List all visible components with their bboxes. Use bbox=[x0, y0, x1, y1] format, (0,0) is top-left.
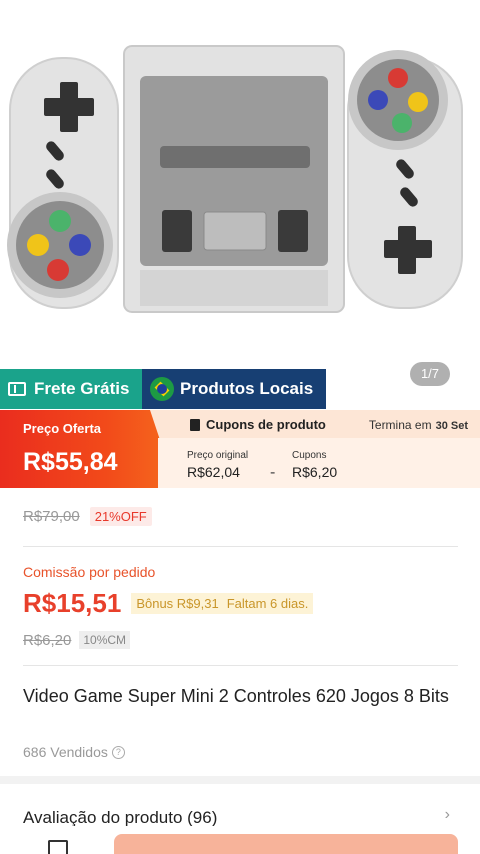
primary-action-button[interactable] bbox=[114, 834, 458, 854]
original-price-value: R$62,04 bbox=[187, 464, 240, 480]
offer-price: R$55,84 bbox=[23, 448, 118, 476]
section-gap bbox=[0, 776, 480, 784]
bonus-badge: Bônus R$9,31 Faltam 6 dias. bbox=[131, 593, 314, 614]
ends-info: Termina em 30 Set bbox=[369, 418, 468, 432]
list-price-row: R$79,00 21%OFF bbox=[23, 507, 152, 526]
product-page: 1/7 Frete Grátis Produtos Locais Preço O… bbox=[0, 0, 480, 854]
offer-label: Preço Oferta bbox=[23, 421, 102, 436]
commission-rate-badge: 10%CM bbox=[79, 631, 131, 649]
free-shipping-badge: Frete Grátis bbox=[0, 369, 142, 409]
bonus-text: Bônus R$9,31 bbox=[136, 596, 219, 611]
chevron-right-icon[interactable]: › bbox=[445, 806, 450, 824]
commission-row: R$15,51 Bônus R$9,31 Faltam 6 dias. bbox=[23, 588, 314, 619]
product-title: Video Game Super Mini 2 Controles 620 Jo… bbox=[23, 686, 449, 706]
original-price-block: Preço original R$62,04 bbox=[187, 450, 248, 480]
coupons-label: Cupons bbox=[292, 450, 327, 461]
sold-count: 686 Vendidos bbox=[23, 744, 108, 760]
free-shipping-label: Frete Grátis bbox=[34, 379, 130, 398]
badges-row: Frete Grátis Produtos Locais bbox=[0, 369, 326, 409]
coupon-icon bbox=[190, 418, 200, 431]
commission-label: Comissão por pedido bbox=[23, 564, 156, 580]
discount-badge: 21%OFF bbox=[89, 507, 152, 526]
price-band: Preço Oferta R$55,84 Cupons de produto T… bbox=[0, 410, 480, 488]
coupons-block: Cupons R$6,20 bbox=[292, 450, 337, 480]
original-price-label: Preço original bbox=[187, 450, 249, 461]
coupons-value: R$6,20 bbox=[292, 464, 338, 480]
coupon-breakdown: Preço original R$62,04 - Cupons R$6,20 bbox=[158, 438, 480, 488]
old-commission: R$6,20 bbox=[23, 631, 72, 649]
offer-price-block: Preço Oferta R$55,84 bbox=[0, 410, 176, 488]
divider bbox=[23, 665, 458, 666]
ticket-icon bbox=[8, 382, 26, 396]
help-icon[interactable]: ? bbox=[111, 745, 125, 759]
brazil-flag-icon bbox=[150, 377, 174, 401]
store-icon[interactable] bbox=[48, 840, 68, 854]
ends-label: Termina em bbox=[368, 418, 432, 432]
product-image bbox=[7, 45, 463, 313]
list-price: R$79,00 bbox=[23, 508, 80, 525]
commission-value: R$15,51 bbox=[23, 588, 122, 618]
divider bbox=[23, 546, 458, 547]
image-counter: 1/7 bbox=[410, 362, 450, 386]
commission-old-row: R$6,20 10%CM bbox=[23, 631, 131, 649]
product-image-gallery[interactable] bbox=[0, 0, 480, 367]
ends-date: 30 Set bbox=[435, 420, 468, 432]
coupons-header: Cupons de produto bbox=[190, 417, 326, 432]
bottom-action-bar bbox=[0, 826, 480, 854]
product-reviews-link[interactable]: Avaliação do produto (96) bbox=[23, 808, 217, 828]
days-left-text: Faltam 6 dias. bbox=[226, 596, 309, 611]
sold-count-row: 686 Vendidos ? bbox=[23, 744, 125, 760]
local-products-badge: Produtos Locais bbox=[142, 369, 326, 409]
coupons-title: Cupons de produto bbox=[206, 417, 326, 432]
minus-sign: - bbox=[270, 464, 276, 481]
local-products-label: Produtos Locais bbox=[180, 379, 314, 398]
